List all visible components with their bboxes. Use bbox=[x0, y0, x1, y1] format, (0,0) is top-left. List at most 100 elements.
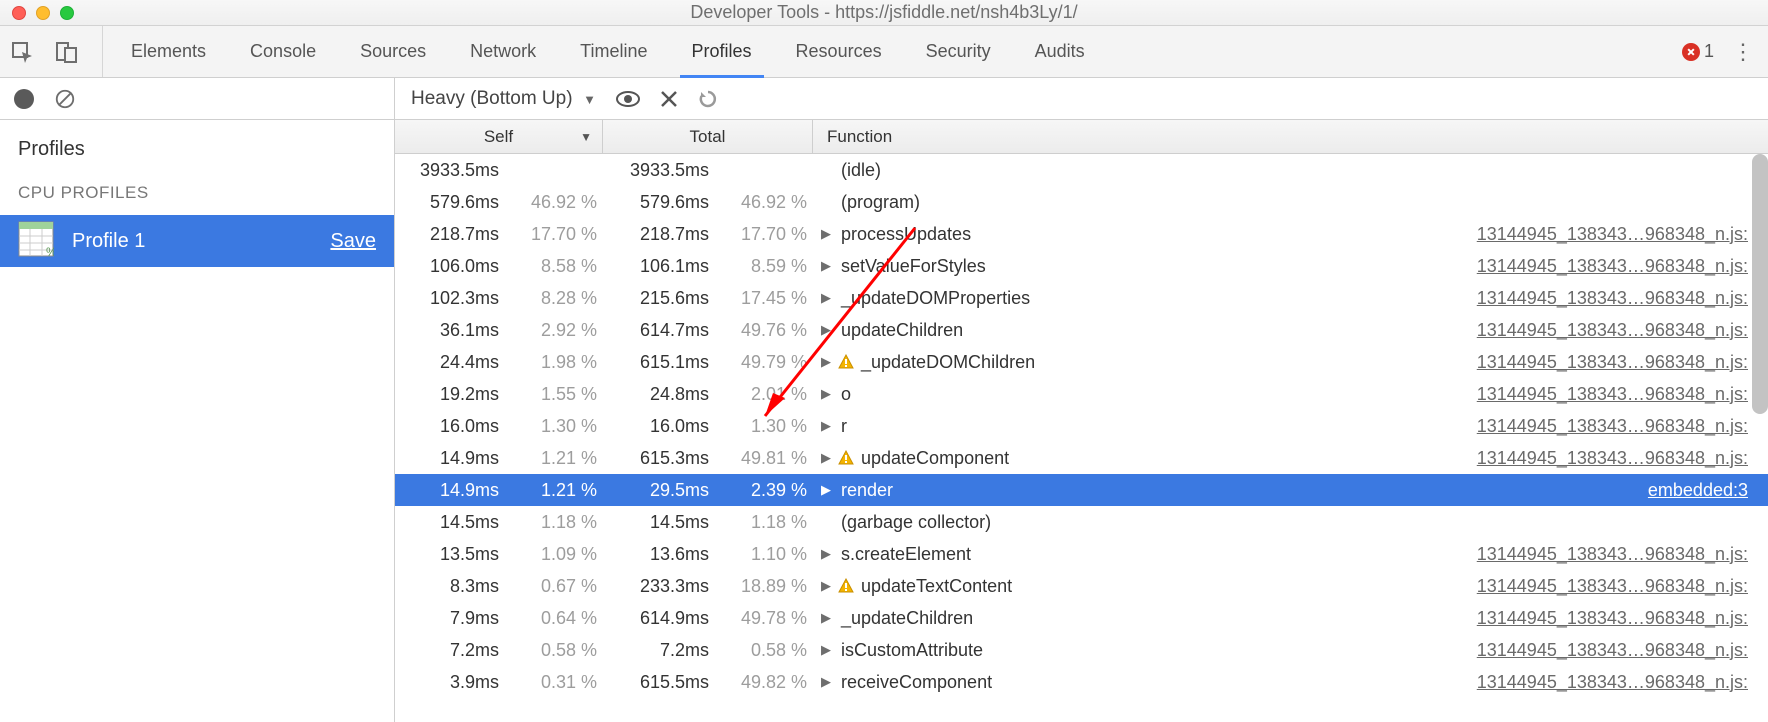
tab-elements[interactable]: Elements bbox=[109, 26, 228, 77]
sort-desc-icon: ▼ bbox=[580, 130, 592, 144]
tab-sources[interactable]: Sources bbox=[338, 26, 448, 77]
inspect-element-icon[interactable] bbox=[10, 40, 34, 64]
reload-icon[interactable] bbox=[698, 89, 718, 109]
error-badge[interactable]: 1 bbox=[1682, 41, 1714, 62]
column-function[interactable]: Function bbox=[813, 120, 1768, 153]
disclosure-triangle-icon[interactable]: ▶ bbox=[821, 386, 835, 402]
function-name: isCustomAttribute bbox=[841, 640, 983, 661]
source-link[interactable]: 13144945_138343…968348_n.js: bbox=[1477, 320, 1768, 341]
disclosure-triangle-icon[interactable]: ▶ bbox=[821, 258, 835, 274]
tab-audits[interactable]: Audits bbox=[1013, 26, 1107, 77]
table-row[interactable]: 14.9ms1.21 %615.3ms49.81 %▶updateCompone… bbox=[395, 442, 1768, 474]
source-link[interactable]: 13144945_138343…968348_n.js: bbox=[1477, 224, 1768, 245]
table-row[interactable]: 14.5ms1.18 %14.5ms1.18 %(garbage collect… bbox=[395, 506, 1768, 538]
disclosure-triangle-icon[interactable]: ▶ bbox=[821, 610, 835, 626]
function-name: updateComponent bbox=[861, 448, 1009, 469]
table-row[interactable]: 13.5ms1.09 %13.6ms1.10 %▶s.createElement… bbox=[395, 538, 1768, 570]
table-row[interactable]: 579.6ms46.92 %579.6ms46.92 %(program) bbox=[395, 186, 1768, 218]
disclosure-triangle-icon[interactable]: ▶ bbox=[821, 418, 835, 434]
disclosure-triangle-icon[interactable]: ▶ bbox=[821, 642, 835, 658]
table-row[interactable]: 7.2ms0.58 %7.2ms0.58 %▶isCustomAttribute… bbox=[395, 634, 1768, 666]
source-link[interactable]: embedded:3 bbox=[1648, 480, 1768, 501]
disclosure-triangle-icon[interactable]: ▶ bbox=[821, 482, 835, 498]
function-name: receiveComponent bbox=[841, 672, 992, 693]
function-name: _updateDOMProperties bbox=[841, 288, 1030, 309]
source-link[interactable]: 13144945_138343…968348_n.js: bbox=[1477, 384, 1768, 405]
tab-resources[interactable]: Resources bbox=[774, 26, 904, 77]
source-link[interactable]: 13144945_138343…968348_n.js: bbox=[1477, 352, 1768, 373]
profile-item[interactable]: % Profile 1 Save bbox=[0, 215, 394, 267]
table-row[interactable]: 19.2ms1.55 %24.8ms2.01 %▶o13144945_13834… bbox=[395, 378, 1768, 410]
focus-icon[interactable] bbox=[616, 90, 640, 108]
table-row[interactable]: 14.9ms1.21 %29.5ms2.39 %▶renderembedded:… bbox=[395, 474, 1768, 506]
inspect-tools bbox=[10, 26, 103, 77]
main-split: Profiles CPU PROFILES % Profile 1 Save H… bbox=[0, 78, 1768, 722]
device-toolbar-icon[interactable] bbox=[56, 40, 78, 64]
disclosure-triangle-icon[interactable]: ▶ bbox=[821, 354, 835, 370]
table-row[interactable]: 16.0ms1.30 %16.0ms1.30 %▶r13144945_13834… bbox=[395, 410, 1768, 442]
warning-icon bbox=[837, 353, 855, 371]
table-row[interactable]: 8.3ms0.67 %233.3ms18.89 %▶updateTextCont… bbox=[395, 570, 1768, 602]
disclosure-triangle-icon[interactable]: ▶ bbox=[821, 674, 835, 690]
table-row[interactable]: 3933.5ms3933.5ms(idle) bbox=[395, 154, 1768, 186]
clear-icon[interactable] bbox=[54, 88, 76, 110]
column-total[interactable]: Total bbox=[603, 120, 813, 153]
function-name: setValueForStyles bbox=[841, 256, 986, 277]
save-link[interactable]: Save bbox=[330, 230, 376, 253]
column-self[interactable]: Self ▼ bbox=[395, 120, 603, 153]
profile-rows: 3933.5ms3933.5ms(idle)579.6ms46.92 %579.… bbox=[395, 154, 1768, 722]
warning-icon bbox=[837, 449, 855, 467]
profiles-sidebar: Profiles CPU PROFILES % Profile 1 Save bbox=[0, 78, 395, 722]
sidebar-toolbar bbox=[0, 78, 394, 120]
source-link[interactable]: 13144945_138343…968348_n.js: bbox=[1477, 544, 1768, 565]
tab-security[interactable]: Security bbox=[904, 26, 1013, 77]
profile-panel: Heavy (Bottom Up) ▼ Self ▼ Total Functio… bbox=[395, 78, 1768, 722]
function-name: render bbox=[841, 480, 893, 501]
disclosure-triangle-icon[interactable]: ▶ bbox=[821, 322, 835, 338]
disclosure-triangle-icon[interactable]: ▶ bbox=[821, 546, 835, 562]
table-row[interactable]: 102.3ms8.28 %215.6ms17.45 %▶_updateDOMPr… bbox=[395, 282, 1768, 314]
table-row[interactable]: 218.7ms17.70 %218.7ms17.70 %▶processUpda… bbox=[395, 218, 1768, 250]
tab-profiles[interactable]: Profiles bbox=[670, 26, 774, 77]
disclosure-triangle-icon[interactable]: ▶ bbox=[821, 450, 835, 466]
title-bar: Developer Tools - https://jsfiddle.net/n… bbox=[0, 0, 1768, 26]
function-name: _updateDOMChildren bbox=[861, 352, 1035, 373]
tab-network[interactable]: Network bbox=[448, 26, 558, 77]
source-link[interactable]: 13144945_138343…968348_n.js: bbox=[1477, 288, 1768, 309]
record-button[interactable] bbox=[14, 89, 34, 109]
source-link[interactable]: 13144945_138343…968348_n.js: bbox=[1477, 640, 1768, 661]
function-name: s.createElement bbox=[841, 544, 971, 565]
devtools-tabstrip: ElementsConsoleSourcesNetworkTimelinePro… bbox=[0, 26, 1768, 78]
table-row[interactable]: 106.0ms8.58 %106.1ms8.59 %▶setValueForSt… bbox=[395, 250, 1768, 282]
source-link[interactable]: 13144945_138343…968348_n.js: bbox=[1477, 416, 1768, 437]
source-link[interactable]: 13144945_138343…968348_n.js: bbox=[1477, 608, 1768, 629]
disclosure-triangle-icon[interactable]: ▶ bbox=[821, 578, 835, 594]
view-mode-select[interactable]: Heavy (Bottom Up) ▼ bbox=[411, 88, 596, 110]
tab-console[interactable]: Console bbox=[228, 26, 338, 77]
panel-toolbar: Heavy (Bottom Up) ▼ bbox=[395, 78, 1768, 120]
minimize-window-button[interactable] bbox=[36, 6, 50, 20]
more-menu-icon[interactable]: ⋮ bbox=[1732, 39, 1754, 65]
function-name: r bbox=[841, 416, 847, 437]
close-window-button[interactable] bbox=[12, 6, 26, 20]
table-row[interactable]: 24.4ms1.98 %615.1ms49.79 %▶_updateDOMChi… bbox=[395, 346, 1768, 378]
panel-tabs: ElementsConsoleSourcesNetworkTimelinePro… bbox=[109, 26, 1107, 77]
disclosure-triangle-icon[interactable]: ▶ bbox=[821, 290, 835, 306]
source-link[interactable]: 13144945_138343…968348_n.js: bbox=[1477, 576, 1768, 597]
exclude-icon[interactable] bbox=[660, 90, 678, 108]
spreadsheet-icon: % bbox=[18, 221, 54, 261]
source-link[interactable]: 13144945_138343…968348_n.js: bbox=[1477, 448, 1768, 469]
table-row[interactable]: 3.9ms0.31 %615.5ms49.82 %▶receiveCompone… bbox=[395, 666, 1768, 698]
zoom-window-button[interactable] bbox=[60, 6, 74, 20]
table-row[interactable]: 36.1ms2.92 %614.7ms49.76 %▶updateChildre… bbox=[395, 314, 1768, 346]
source-link[interactable]: 13144945_138343…968348_n.js: bbox=[1477, 256, 1768, 277]
disclosure-triangle-icon[interactable]: ▶ bbox=[821, 226, 835, 242]
tab-timeline[interactable]: Timeline bbox=[558, 26, 669, 77]
sidebar-heading: Profiles bbox=[18, 138, 376, 161]
function-name: updateChildren bbox=[841, 320, 963, 341]
chevron-down-icon: ▼ bbox=[583, 92, 596, 107]
profile-name: Profile 1 bbox=[72, 230, 312, 253]
sidebar-subheading: CPU PROFILES bbox=[18, 183, 376, 203]
source-link[interactable]: 13144945_138343…968348_n.js: bbox=[1477, 672, 1768, 693]
table-row[interactable]: 7.9ms0.64 %614.9ms49.78 %▶_updateChildre… bbox=[395, 602, 1768, 634]
